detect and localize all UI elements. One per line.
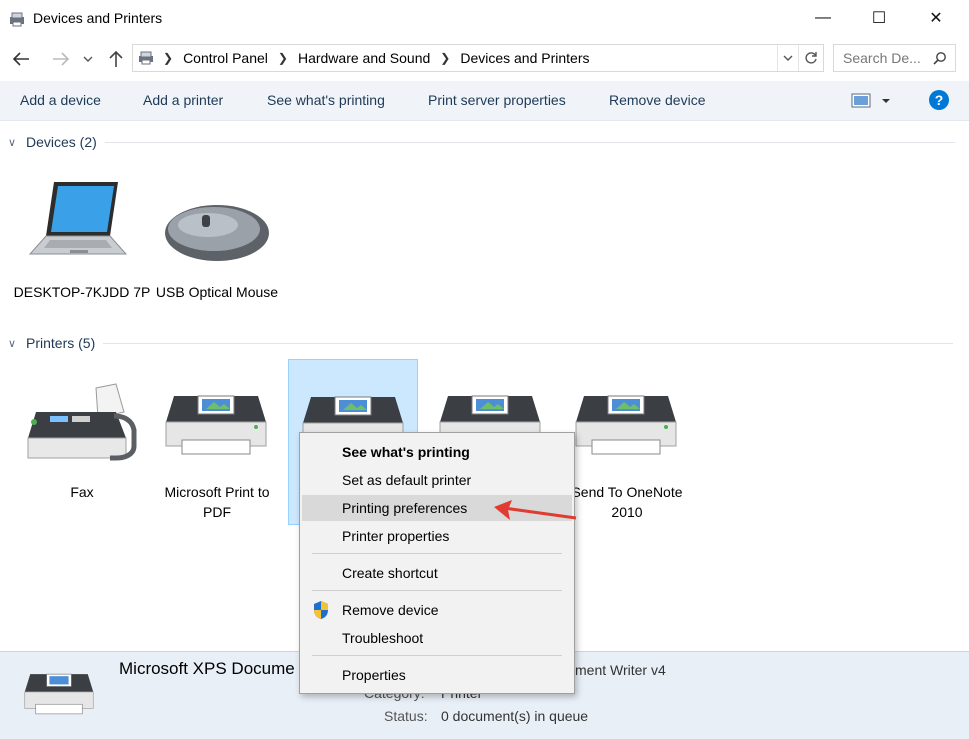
- minimize-button[interactable]: —: [800, 0, 846, 36]
- devices-group-header[interactable]: ∨ Devices (2): [8, 133, 955, 151]
- command-bar: Add a device Add a printer See what's pr…: [0, 81, 969, 121]
- help-button[interactable]: ?: [929, 90, 949, 110]
- menu-item-remove-device[interactable]: Remove device: [302, 597, 572, 623]
- see-whats-printing-button[interactable]: See what's printing: [267, 92, 385, 108]
- breadcrumb-devices-and-printers[interactable]: Devices and Printers: [460, 50, 589, 66]
- menu-item-printer-properties[interactable]: Printer properties: [302, 523, 572, 549]
- collapse-chevron-icon: ∨: [8, 337, 17, 350]
- recent-locations-button[interactable]: [78, 46, 98, 72]
- forward-button[interactable]: [48, 46, 74, 72]
- search-input[interactable]: Search De...: [833, 44, 956, 72]
- back-arrow-icon: [12, 52, 29, 66]
- printers-group-title: Printers (5): [26, 335, 96, 351]
- printer-item-print-to-pdf[interactable]: Microsoft Print to PDF: [150, 360, 284, 520]
- printers-group-header[interactable]: ∨ Printers (5): [8, 334, 954, 352]
- view-options-icon: [851, 93, 890, 108]
- window-title: Devices and Printers: [33, 10, 163, 26]
- laptop-icon: [28, 182, 128, 255]
- up-arrow-icon: [109, 50, 123, 67]
- remove-device-button[interactable]: Remove device: [609, 92, 706, 108]
- add-printer-button[interactable]: Add a printer: [143, 92, 223, 108]
- context-menu: See what's printing Set as default print…: [299, 432, 575, 694]
- group-divider: [104, 141, 955, 143]
- group-divider: [103, 342, 954, 344]
- printer-icon: [165, 395, 267, 455]
- search-icon: [933, 52, 946, 65]
- close-button[interactable]: ✕: [913, 0, 959, 36]
- details-status-label: Status:: [384, 708, 428, 724]
- menu-item-create-shortcut[interactable]: Create shortcut: [302, 560, 572, 586]
- fax-icon: [27, 383, 137, 461]
- menu-item-set-default-printer[interactable]: Set as default printer: [302, 467, 572, 493]
- printer-item-fax[interactable]: Fax: [12, 360, 152, 500]
- annotation-arrow-icon: [494, 500, 577, 520]
- menu-separator: [312, 655, 562, 656]
- help-icon: ?: [934, 92, 944, 108]
- breadcrumb-hardware-and-sound[interactable]: Hardware and Sound: [298, 50, 430, 66]
- address-row: ❯ Control Panel ❯ Hardware and Sound ❯ D…: [0, 38, 969, 80]
- minimize-icon: —: [815, 9, 831, 26]
- device-label: USB Optical Mouse: [155, 284, 279, 300]
- search-placeholder: Search De...: [843, 50, 921, 66]
- refresh-button[interactable]: [798, 45, 823, 71]
- back-button[interactable]: [8, 46, 34, 72]
- close-icon: ✕: [929, 10, 943, 27]
- print-server-properties-button[interactable]: Print server properties: [428, 92, 566, 108]
- mouse-icon: [165, 205, 269, 261]
- menu-item-properties[interactable]: Properties: [302, 662, 572, 688]
- printer-item-send-to-onenote[interactable]: Send To OneNote 2010: [560, 360, 694, 520]
- title-bar: Devices and Printers — ☐ ✕: [0, 0, 969, 38]
- device-item-desktop[interactable]: DESKTOP-7KJDD 7P: [12, 175, 152, 325]
- chevron-right-icon: ❯: [163, 51, 174, 65]
- menu-separator: [312, 590, 562, 591]
- menu-separator: [312, 553, 562, 554]
- device-item-usb-mouse[interactable]: USB Optical Mouse: [150, 175, 284, 325]
- printer-label: Microsoft Print to PDF: [164, 484, 270, 520]
- device-label: DESKTOP-7KJDD 7P: [13, 284, 151, 300]
- breadcrumb-control-panel[interactable]: Control Panel: [183, 50, 268, 66]
- chevron-right-icon: ❯: [440, 51, 451, 65]
- devices-printers-app-icon: [10, 12, 24, 27]
- control-panel-icon: [139, 51, 153, 65]
- maximize-button[interactable]: ☐: [856, 0, 902, 36]
- collapse-chevron-icon: ∨: [8, 136, 17, 149]
- devices-group-title: Devices (2): [26, 134, 97, 150]
- details-status-value: 0 document(s) in queue: [441, 708, 589, 724]
- printer-icon: [575, 395, 677, 455]
- change-view-button[interactable]: [850, 91, 896, 111]
- address-bar[interactable]: ❯ Control Panel ❯ Hardware and Sound ❯ D…: [132, 44, 824, 72]
- add-device-button[interactable]: Add a device: [20, 92, 101, 108]
- printer-label: Fax: [70, 484, 94, 500]
- chevron-right-icon: ❯: [277, 51, 288, 65]
- refresh-icon: [805, 52, 817, 64]
- forward-arrow-icon: [53, 52, 70, 66]
- menu-item-see-whats-printing[interactable]: See what's printing: [302, 439, 572, 465]
- maximize-icon: ☐: [871, 10, 887, 27]
- chevron-down-icon: [783, 55, 793, 61]
- printer-label: Send To OneNote 2010: [571, 484, 683, 520]
- details-model: ment Writer v4: [575, 662, 666, 678]
- chevron-down-icon: [83, 56, 93, 62]
- printer-icon: [24, 673, 94, 715]
- up-button[interactable]: [103, 46, 129, 72]
- address-dropdown-button[interactable]: [777, 45, 798, 71]
- details-device-name: Microsoft XPS Docume: [119, 659, 295, 678]
- menu-item-troubleshoot[interactable]: Troubleshoot: [302, 625, 572, 651]
